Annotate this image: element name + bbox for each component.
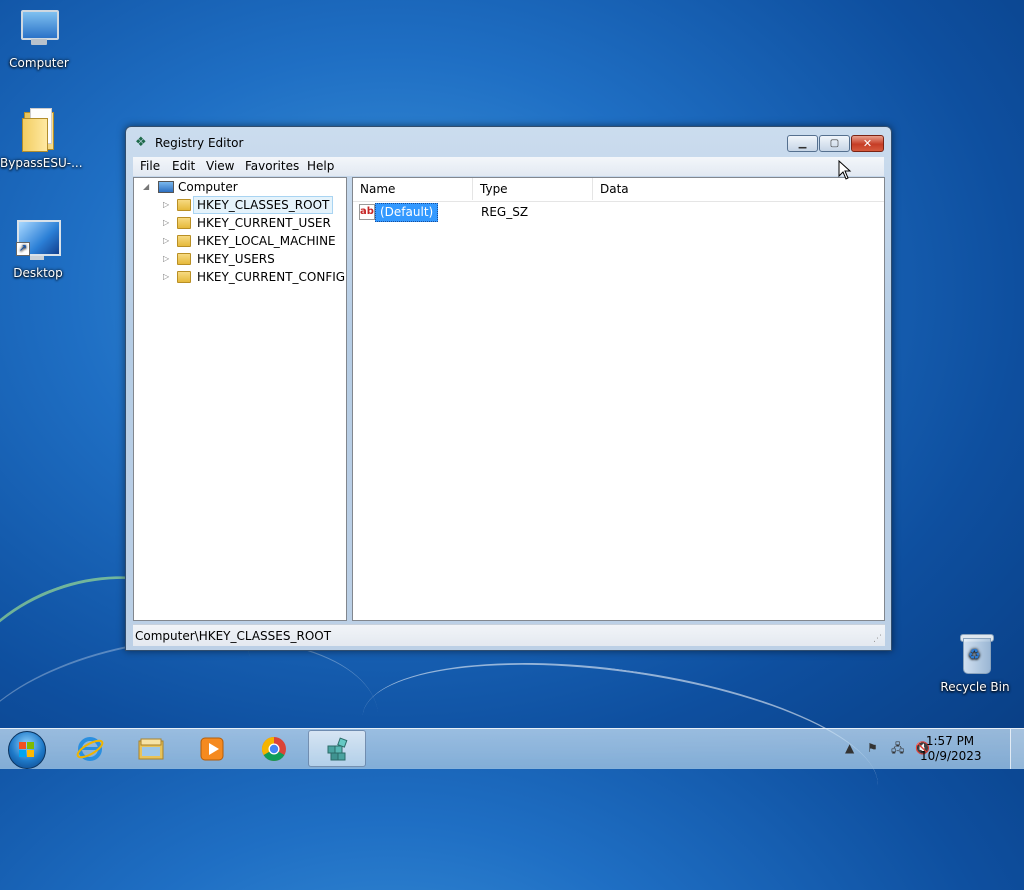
folder-icon [14, 108, 62, 152]
desktop-icon-label: Desktop [13, 266, 63, 280]
shortcut-arrow-icon: ↗ [16, 242, 30, 256]
minimize-icon: ▁ [798, 138, 807, 149]
column-header-name[interactable]: Name [353, 178, 473, 200]
maximize-icon: ▢ [829, 138, 840, 149]
desktop-icon-desktop[interactable]: ↗ Desktop [0, 218, 76, 280]
values-list[interactable]: Name Type Data ab (Default) REG_SZ [352, 177, 885, 621]
tree-item-computer[interactable]: ◢ Computer [134, 178, 344, 196]
taskbar-media-player[interactable] [183, 730, 241, 767]
status-path: Computer\HKEY_CLASSES_ROOT [135, 629, 332, 643]
show-desktop-button[interactable] [1010, 729, 1024, 769]
menu-view[interactable]: View [206, 159, 234, 173]
desktop-icon-computer[interactable]: Computer [1, 8, 77, 70]
collapse-arrow-icon[interactable]: ◢ [143, 178, 149, 196]
registry-tree[interactable]: ◢ Computer ▷ HKEY_CLASSES_ROOT ▷ HKEY_CU… [133, 177, 347, 621]
action-center-flag-icon[interactable]: ⚑ [867, 740, 878, 756]
taskbar: ▲ ⚑ 🖧 🔇 1:57 PM 10/9/2023 [0, 728, 1024, 769]
maximize-button[interactable]: ▢ [819, 135, 850, 152]
tree-item-label: Computer [178, 180, 238, 194]
computer-icon [15, 8, 63, 52]
network-icon[interactable]: 🖧 [891, 740, 904, 756]
value-name: (Default) [375, 203, 439, 222]
expand-arrow-icon[interactable]: ▷ [163, 268, 169, 286]
start-button[interactable] [8, 731, 46, 769]
tree-item-hkey-current-config[interactable]: ▷ HKEY_CURRENT_CONFIG [134, 268, 345, 286]
window-title: Registry Editor [155, 136, 244, 150]
folder-icon [177, 235, 191, 247]
expand-arrow-icon[interactable]: ▷ [163, 232, 169, 250]
menu-edit[interactable]: Edit [172, 159, 195, 173]
title-bar[interactable]: ❖ Registry Editor ▁ ▢ ✕ [126, 127, 891, 157]
desktop-icon-bypassesu[interactable]: BypassESU-... [0, 108, 83, 170]
tree-item-hkey-local-machine[interactable]: ▷ HKEY_LOCAL_MACHINE [134, 232, 344, 250]
tree-item-hkey-classes-root[interactable]: ▷ HKEY_CLASSES_ROOT [134, 196, 344, 214]
desktop-icon-recycle-bin[interactable]: ♻ Recycle Bin [937, 632, 1013, 694]
menu-help[interactable]: Help [307, 159, 334, 173]
file-explorer-icon [138, 738, 164, 760]
tree-item-label: HKEY_USERS [197, 252, 275, 266]
list-header: Name Type Data [353, 178, 884, 202]
chrome-icon [261, 737, 286, 762]
taskbar-clock[interactable]: 1:57 PM 10/9/2023 [920, 734, 982, 764]
list-item[interactable]: ab (Default) REG_SZ [357, 202, 877, 222]
resize-grip-icon[interactable]: ⋰ [873, 634, 883, 644]
registry-editor-window[interactable]: ❖ Registry Editor ▁ ▢ ✕ File Edit View F… [125, 126, 892, 651]
folder-icon [177, 217, 191, 229]
media-player-icon [200, 737, 224, 761]
column-header-data[interactable]: Data [593, 178, 883, 200]
tree-item-label: HKEY_LOCAL_MACHINE [197, 234, 336, 248]
menu-bar: File Edit View Favorites Help [133, 157, 884, 176]
tree-item-hkey-users[interactable]: ▷ HKEY_USERS [134, 250, 344, 268]
windows-logo-icon [19, 742, 35, 758]
close-button[interactable]: ✕ [851, 135, 884, 152]
expand-arrow-icon[interactable]: ▷ [163, 196, 169, 214]
expand-arrow-icon[interactable]: ▷ [163, 250, 169, 268]
desktop-shortcut-icon: ↗ [14, 218, 62, 262]
folder-icon [177, 253, 191, 265]
tree-item-label: HKEY_CURRENT_USER [197, 216, 331, 230]
tree-item-label: HKEY_CLASSES_ROOT [193, 196, 334, 214]
menu-favorites[interactable]: Favorites [245, 159, 299, 173]
desktop-icon-label: Computer [9, 56, 69, 70]
registry-editor-icon: ❖ [135, 135, 147, 150]
expand-arrow-icon[interactable]: ▷ [163, 214, 169, 232]
desktop-icon-label: BypassESU-... [0, 156, 83, 170]
registry-editor-icon [327, 737, 348, 761]
taskbar-internet-explorer[interactable] [61, 730, 119, 767]
recycle-bin-icon: ♻ [951, 632, 999, 676]
minimize-button[interactable]: ▁ [787, 135, 818, 152]
string-value-icon: ab [359, 204, 375, 220]
clock-time: 1:57 PM [925, 734, 975, 748]
show-hidden-icons-arrow[interactable]: ▲ [845, 740, 854, 756]
desktop-icon-label: Recycle Bin [940, 680, 1010, 694]
taskbar-registry-editor[interactable] [308, 730, 366, 767]
tree-item-label: HKEY_CURRENT_CONFIG [197, 270, 346, 284]
status-bar: Computer\HKEY_CLASSES_ROOT ⋰ [133, 624, 885, 646]
folder-icon [177, 199, 191, 211]
computer-icon [158, 181, 174, 193]
tree-item-hkey-current-user[interactable]: ▷ HKEY_CURRENT_USER [134, 214, 344, 232]
internet-explorer-icon [76, 737, 104, 761]
folder-icon [177, 271, 191, 283]
close-icon: ✕ [862, 137, 873, 150]
menu-file[interactable]: File [140, 159, 160, 173]
taskbar-chrome[interactable] [245, 730, 303, 767]
column-header-type[interactable]: Type [473, 178, 593, 200]
taskbar-file-explorer[interactable] [122, 730, 180, 767]
value-type: REG_SZ [481, 205, 529, 219]
clock-date: 10/9/2023 [920, 749, 982, 763]
